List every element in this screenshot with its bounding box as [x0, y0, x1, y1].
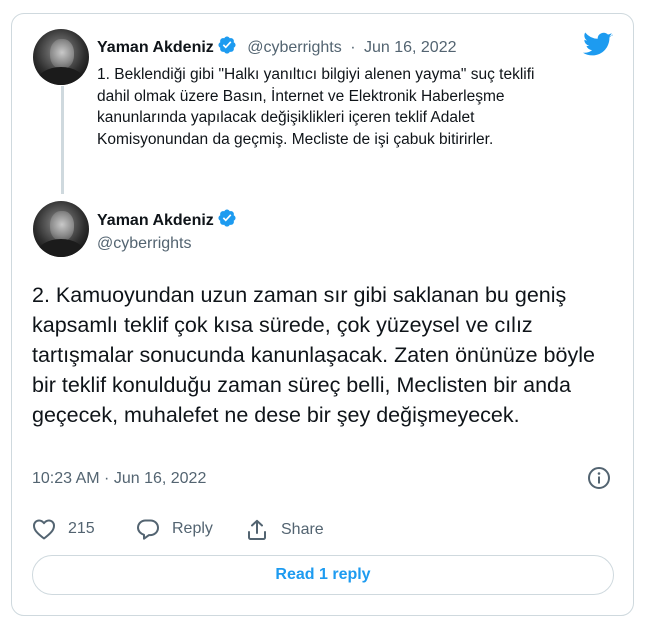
- avatar-shoulders: [37, 239, 85, 257]
- avatar-face: [50, 39, 74, 69]
- tweet-date[interactable]: Jun 16, 2022: [364, 39, 457, 56]
- verified-badge-icon: [217, 35, 237, 60]
- twitter-bird-icon[interactable]: [583, 32, 613, 63]
- speech-bubble-icon: [137, 519, 159, 540]
- heart-icon: [33, 519, 55, 540]
- share-arrow-icon: [248, 519, 266, 540]
- tweet2-text: 2. Kamuoyundan uzun zaman sır gibi sakla…: [32, 283, 595, 427]
- like-count: 215: [68, 520, 95, 537]
- avatar[interactable]: [33, 201, 89, 257]
- info-icon[interactable]: [587, 466, 611, 495]
- author-name[interactable]: Yaman Akdeniz: [97, 212, 214, 229]
- like-button[interactable]: 215: [32, 518, 95, 540]
- tweet2-header: Yaman Akdeniz: [97, 208, 237, 233]
- share-button[interactable]: Share: [245, 518, 324, 542]
- tweet-timestamp[interactable]: 10:23 AM · Jun 16, 2022: [32, 470, 206, 488]
- tweet1-header: Yaman Akdeniz @cyberrights · Jun 16, 202…: [97, 35, 457, 60]
- avatar-shoulders: [37, 67, 85, 85]
- avatar[interactable]: [33, 29, 89, 85]
- avatar-face: [50, 211, 74, 241]
- author-name[interactable]: Yaman Akdeniz: [97, 39, 214, 56]
- read-replies-button[interactable]: Read 1 reply: [32, 555, 614, 595]
- reply-button[interactable]: Reply: [136, 518, 213, 540]
- separator-dot: ·: [350, 39, 356, 56]
- author-handle[interactable]: @cyberrights: [97, 235, 192, 253]
- thread-connector-line: [61, 86, 64, 194]
- verified-badge-icon: [217, 208, 237, 233]
- reply-label: Reply: [172, 520, 213, 537]
- share-label: Share: [281, 521, 324, 538]
- tweet1-text: 1. Beklendiği gibi "Halkı yanıltıcı bilg…: [97, 66, 535, 148]
- author-handle[interactable]: @cyberrights: [247, 39, 342, 56]
